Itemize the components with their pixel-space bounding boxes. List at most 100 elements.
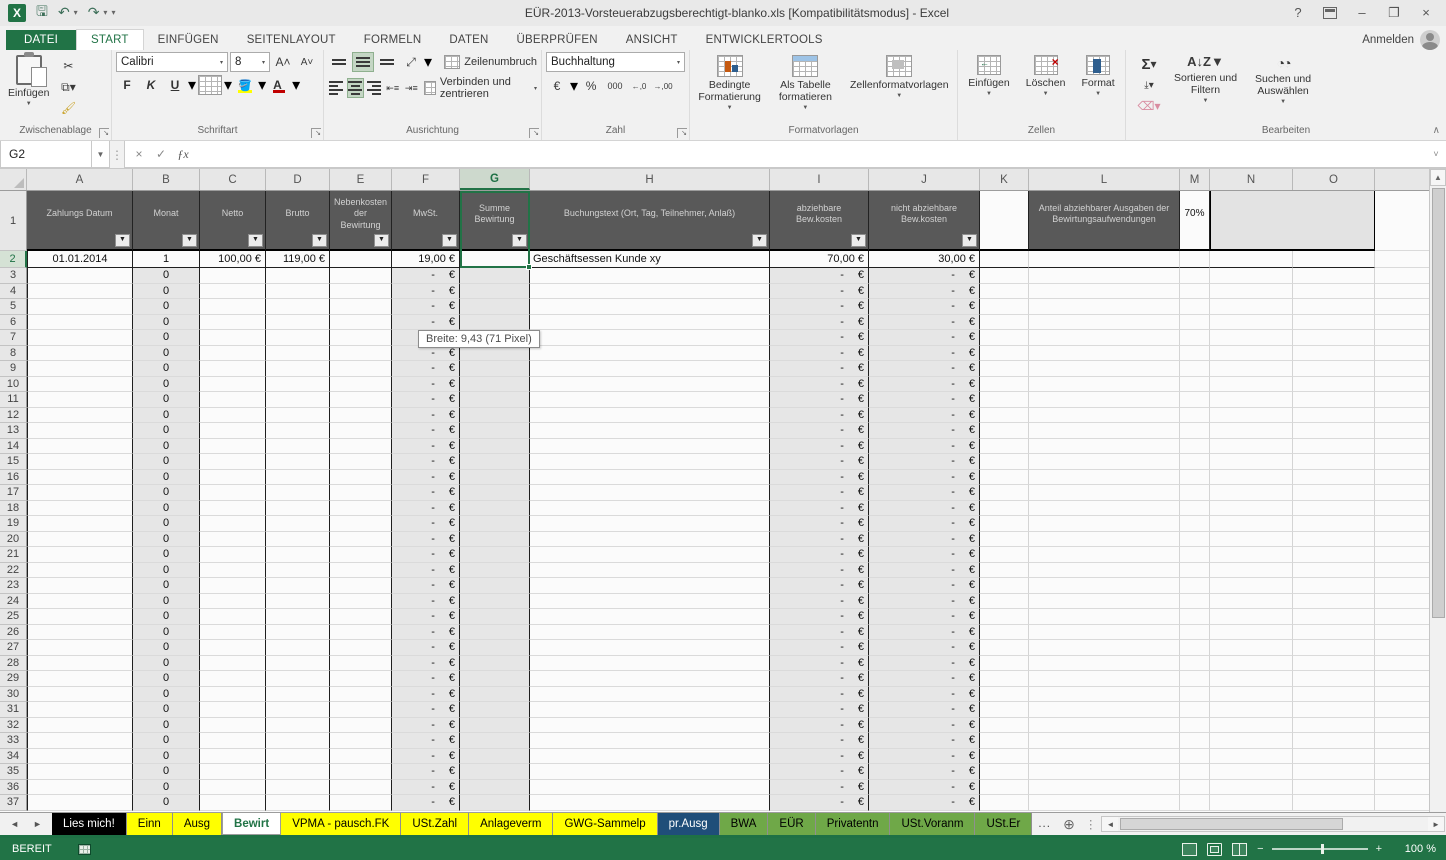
row-header-6[interactable]: 6 xyxy=(0,315,27,331)
row-header-18[interactable]: 18 xyxy=(0,501,27,517)
filter-dropdown-icon-F[interactable]: ▼ xyxy=(442,234,457,247)
insert-function-icon[interactable]: ƒx xyxy=(173,147,193,162)
row-header-4[interactable]: 4 xyxy=(0,284,27,300)
collapse-ribbon-icon[interactable]: ∧ xyxy=(1433,125,1440,136)
underline-button[interactable]: U xyxy=(164,75,186,95)
expand-formula-bar-icon[interactable]: ˅ xyxy=(1426,141,1446,168)
sheet-tab-lies-mich-[interactable]: Lies mich! xyxy=(52,813,127,835)
sheet-overflow-indicator[interactable]: ... xyxy=(1032,813,1057,835)
sheet-tab-vpma-pausch-fk[interactable]: VPMA - pausch.FK xyxy=(281,813,401,835)
column-header-C[interactable]: C xyxy=(200,169,266,190)
sheet-nav-right-icon[interactable]: ► xyxy=(33,819,42,829)
align-bottom-button[interactable] xyxy=(376,52,398,72)
row-header-26[interactable]: 26 xyxy=(0,625,27,641)
select-all-corner[interactable] xyxy=(0,169,27,190)
zoom-in-icon[interactable]: + xyxy=(1376,843,1382,855)
row-header-14[interactable]: 14 xyxy=(0,439,27,455)
filter-dropdown-icon-H[interactable]: ▼ xyxy=(752,234,767,247)
percent-style-button[interactable]: % xyxy=(580,76,602,96)
tab-ansicht[interactable]: ANSICHT xyxy=(612,30,692,50)
column-header-D[interactable]: D xyxy=(266,169,330,190)
excel-app-icon[interactable]: X xyxy=(8,4,26,22)
tab-einfügen[interactable]: EINFÜGEN xyxy=(144,30,233,50)
filter-dropdown-icon-A[interactable]: ▼ xyxy=(115,234,130,247)
row-header-13[interactable]: 13 xyxy=(0,423,27,439)
fill-color-button[interactable]: 🪣 xyxy=(234,75,256,95)
vertical-scroll-thumb[interactable] xyxy=(1432,188,1445,618)
alignment-dialog-launcher[interactable]: ↘ xyxy=(529,128,539,138)
decrease-decimal-button[interactable]: →,00 xyxy=(652,76,674,96)
increase-decimal-button[interactable]: ←,0 xyxy=(628,76,650,96)
font-size-combo[interactable]: 8▾ xyxy=(230,52,270,72)
horizontal-scroll-thumb[interactable] xyxy=(1120,818,1343,830)
sheet-tab-ust-voranm[interactable]: USt.Voranm xyxy=(890,813,975,835)
new-sheet-button[interactable]: ⊕ xyxy=(1057,813,1081,835)
row-header-9[interactable]: 9 xyxy=(0,361,27,377)
row-header-11[interactable]: 11 xyxy=(0,392,27,408)
bold-button[interactable]: F xyxy=(116,75,138,95)
user-avatar[interactable] xyxy=(1420,30,1440,50)
clipboard-dialog-launcher[interactable]: ↘ xyxy=(99,128,109,138)
filter-dropdown-icon-I[interactable]: ▼ xyxy=(851,234,866,247)
row-header-19[interactable]: 19 xyxy=(0,516,27,532)
row-header-28[interactable]: 28 xyxy=(0,656,27,672)
ribbon-display-options-button[interactable] xyxy=(1316,3,1344,23)
format-cells-button[interactable]: Format▼ xyxy=(1077,52,1118,101)
row-header-3[interactable]: 3 xyxy=(0,268,27,284)
font-dialog-launcher[interactable]: ↘ xyxy=(311,128,321,138)
column-header-A[interactable]: A xyxy=(27,169,133,190)
align-top-button[interactable] xyxy=(328,52,350,72)
sort-filter-button[interactable]: A↓Z▼ Sortieren und Filtern▼ xyxy=(1170,52,1241,108)
row-header-31[interactable]: 31 xyxy=(0,702,27,718)
increase-indent-button[interactable]: ⇥≡ xyxy=(403,78,420,98)
filter-dropdown-icon-D[interactable]: ▼ xyxy=(312,234,327,247)
row-header-32[interactable]: 32 xyxy=(0,718,27,734)
sheet-tab-pr-ausg[interactable]: pr.Ausg xyxy=(658,813,720,835)
copy-button[interactable]: ⧉▾ xyxy=(57,77,79,97)
tab-formeln[interactable]: FORMELN xyxy=(350,30,436,50)
sheet-tab-anlageverm[interactable]: Anlageverm xyxy=(469,813,553,835)
horizontal-scrollbar[interactable]: ◄ ► xyxy=(1101,816,1445,832)
row-header-34[interactable]: 34 xyxy=(0,749,27,765)
column-header-M[interactable]: M xyxy=(1180,169,1210,190)
row-header-37[interactable]: 37 xyxy=(0,795,27,811)
decrease-indent-button[interactable]: ⇤≡ xyxy=(384,78,401,98)
close-button[interactable]: × xyxy=(1412,3,1440,23)
sheet-tab-ust-zahl[interactable]: USt.Zahl xyxy=(401,813,469,835)
page-layout-view-icon[interactable] xyxy=(1207,843,1222,856)
format-as-table-button[interactable]: Als Tabelle formatieren▼ xyxy=(775,52,836,115)
number-dialog-launcher[interactable]: ↘ xyxy=(677,128,687,138)
column-header-G[interactable]: G xyxy=(460,169,530,190)
save-icon[interactable]: 🖫 xyxy=(36,1,48,25)
tab-start[interactable]: START xyxy=(76,29,144,50)
italic-button[interactable]: K xyxy=(140,75,162,95)
column-header-N[interactable]: N xyxy=(1210,169,1293,190)
align-right-button[interactable] xyxy=(366,78,383,98)
row-header-16[interactable]: 16 xyxy=(0,470,27,486)
row-header-24[interactable]: 24 xyxy=(0,594,27,610)
row-header-22[interactable]: 22 xyxy=(0,563,27,579)
orientation-button[interactable]: ⤢ xyxy=(400,52,422,72)
scroll-up-icon[interactable]: ▲ xyxy=(1430,169,1446,186)
shrink-font-button[interactable]: A˅ xyxy=(296,52,318,72)
find-select-button[interactable]: ◔◔ Suchen und Auswählen▼ xyxy=(1251,52,1315,109)
zoom-slider[interactable]: − + xyxy=(1257,843,1382,855)
confirm-entry-icon[interactable]: ✓ xyxy=(151,147,171,161)
column-header-B[interactable]: B xyxy=(133,169,200,190)
sheet-tab-bwa[interactable]: BWA xyxy=(720,813,769,835)
paste-button[interactable]: Einfügen▼ xyxy=(4,52,53,111)
align-center-button[interactable] xyxy=(347,78,364,98)
filter-dropdown-icon-J[interactable]: ▼ xyxy=(962,234,977,247)
tab-daten[interactable]: DATEN xyxy=(435,30,502,50)
font-name-combo[interactable]: Calibri▾ xyxy=(116,52,228,72)
sheet-tab-gwg-sammelp[interactable]: GWG-Sammelp xyxy=(553,813,657,835)
row-header-20[interactable]: 20 xyxy=(0,532,27,548)
undo-dropdown-icon[interactable]: ▾ xyxy=(74,8,78,17)
row-header-17[interactable]: 17 xyxy=(0,485,27,501)
row-header-7[interactable]: 7 xyxy=(0,330,27,346)
row-header-30[interactable]: 30 xyxy=(0,687,27,703)
row-header-5[interactable]: 5 xyxy=(0,299,27,315)
restore-button[interactable]: ❐ xyxy=(1380,3,1408,23)
cut-button[interactable]: ✂ xyxy=(57,56,79,76)
filter-dropdown-icon-C[interactable]: ▼ xyxy=(248,234,263,247)
